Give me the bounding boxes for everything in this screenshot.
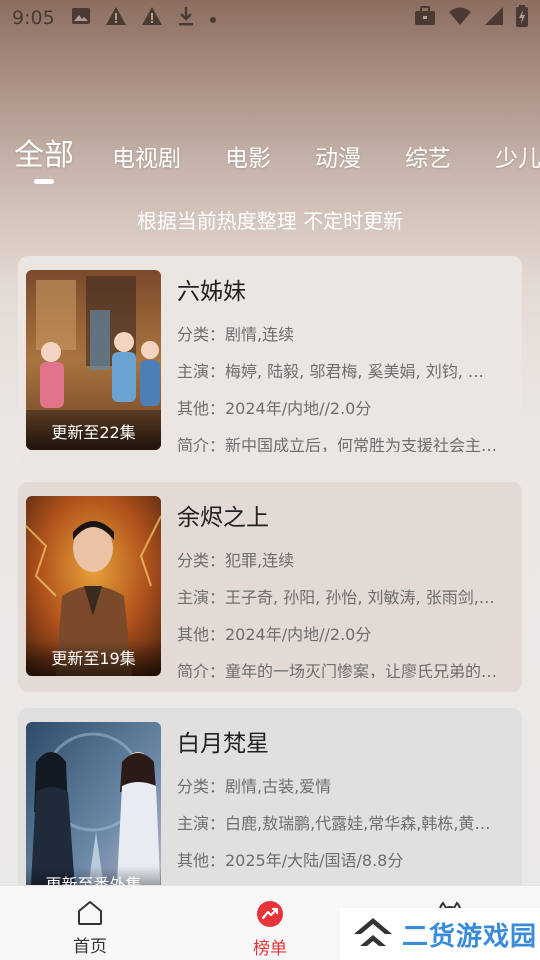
item-category: 分类：剧情,连续	[177, 325, 295, 344]
tab-anime[interactable]: 动漫	[315, 139, 361, 173]
wifi-icon	[448, 6, 472, 31]
image-icon	[71, 7, 91, 30]
tab-tv-series[interactable]: 电视剧	[112, 139, 181, 173]
chevron-up-logo-icon	[350, 912, 396, 956]
tab-movies[interactable]: 电影	[225, 139, 271, 173]
item-title: 余烬之上	[177, 505, 269, 531]
home-icon	[76, 900, 104, 930]
category-tabs: 全部 电视剧 电影 动漫 综艺 少儿	[0, 130, 540, 190]
signal-icon	[484, 6, 504, 31]
item-info: 白月梵星 分类：剧情,古装,爱情 主演：白鹿,敖瑞鹏,代露娃,常华森,韩栋,黄日…	[177, 722, 514, 904]
item-intro: 简介：童年的一场灭门惨案，让廖氏兄弟的人生	[177, 662, 499, 678]
ranking-subtitle: 根据当前热度整理 不定时更新	[136, 209, 404, 233]
download-icon	[177, 5, 195, 32]
poster-image[interactable]: 更新至番外集	[26, 722, 161, 902]
item-other: 其他：2024年/内地//2.0分	[177, 625, 372, 644]
battery-icon	[516, 4, 528, 32]
poster-image[interactable]: 更新至22集	[26, 270, 161, 450]
status-right	[414, 4, 528, 32]
item-other: 其他：2025年/大陆/国语/8.8分	[177, 851, 404, 870]
list-item[interactable]: 更新至22集 六姊妹 分类：剧情,连续 主演：梅婷, 陆毅, 邬君梅, 奚美娟,…	[18, 256, 522, 466]
status-bar: 9:05	[0, 0, 540, 36]
trending-icon	[256, 900, 284, 932]
dot-icon	[209, 7, 217, 29]
item-intro: 简介：新中国成立后，何常胜为支援社会主义建设	[177, 436, 499, 452]
item-cast: 主演：王子奇, 孙阳, 孙怡, 刘敏涛, 张雨剑, 李乃文	[177, 588, 499, 607]
item-other: 其他：2024年/内地//2.0分	[177, 399, 372, 418]
status-time: 9:05	[12, 7, 55, 29]
item-title: 白月梵星	[177, 731, 269, 757]
item-cast: 主演：梅婷, 陆毅, 邬君梅, 奚美娟, 刘钧, 宋佳伦	[177, 362, 499, 381]
item-cast: 主演：白鹿,敖瑞鹏,代露娃,常华森,韩栋,黄日莹	[177, 814, 499, 833]
episode-badge: 更新至19集	[26, 640, 161, 676]
episode-badge: 更新至22集	[26, 414, 161, 450]
warning-icon	[141, 6, 163, 31]
item-info: 余烬之上 分类：犯罪,连续 主演：王子奇, 孙阳, 孙怡, 刘敏涛, 张雨剑, …	[177, 496, 514, 678]
tab-variety[interactable]: 综艺	[405, 139, 451, 173]
nav-ranking[interactable]: 榜单	[180, 886, 360, 960]
item-title: 六姊妹	[177, 279, 246, 305]
watermark-logo: 二货游戏园	[340, 908, 540, 960]
nav-home-label: 首页	[73, 937, 107, 957]
poster-image[interactable]: 更新至19集	[26, 496, 161, 676]
nav-ranking-label: 榜单	[253, 939, 287, 959]
warning-icon	[105, 6, 127, 31]
list-item[interactable]: 更新至19集 余烬之上 分类：犯罪,连续 主演：王子奇, 孙阳, 孙怡, 刘敏涛…	[18, 482, 522, 692]
tab-kids[interactable]: 少儿	[495, 139, 540, 173]
nav-home[interactable]: 首页	[0, 886, 180, 960]
item-category: 分类：剧情,古装,爱情	[177, 777, 332, 796]
watermark-text: 二货游戏园	[402, 921, 538, 952]
briefcase-icon	[414, 5, 436, 31]
item-info: 六姊妹 分类：剧情,连续 主演：梅婷, 陆毅, 邬君梅, 奚美娟, 刘钧, 宋佳…	[177, 270, 514, 452]
tab-all[interactable]: 全部	[14, 130, 74, 184]
item-category: 分类：犯罪,连续	[177, 551, 295, 570]
